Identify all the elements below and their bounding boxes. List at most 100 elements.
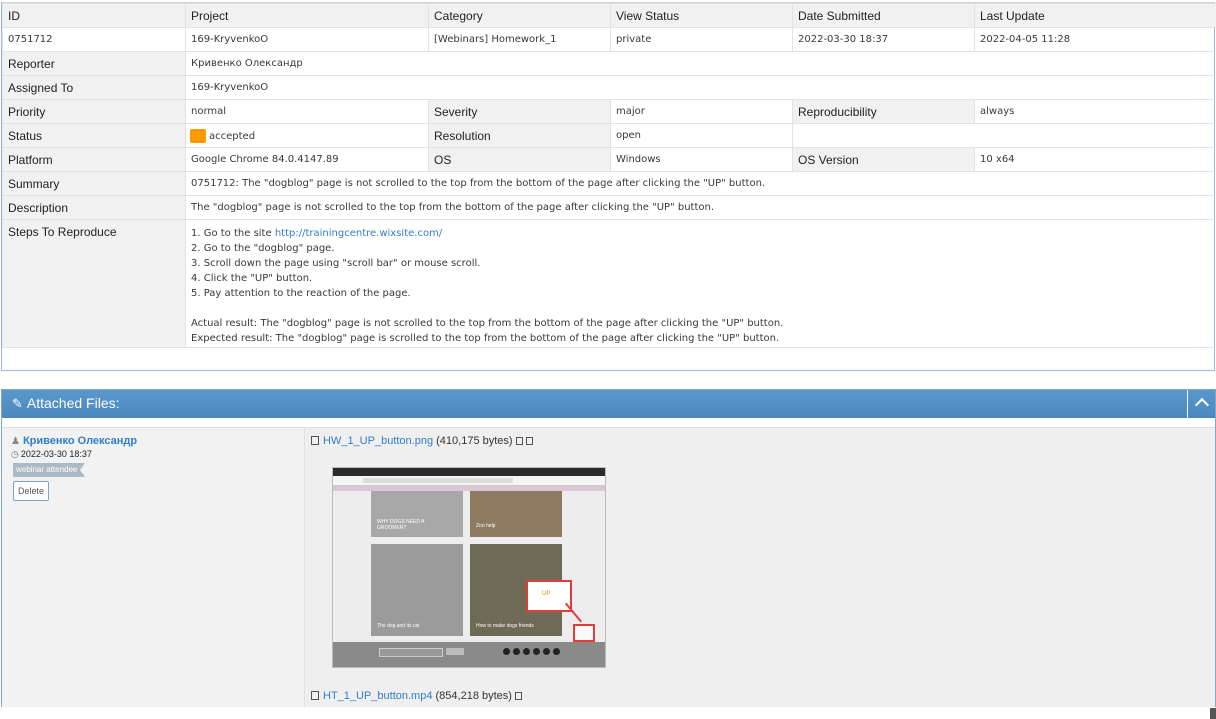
header-view-status: View Status: [610, 3, 793, 28]
attachment-author-panel: ♟ Кривенко Олександр ◷ 2022-03-30 18:37 we…: [2, 428, 305, 707]
platform-value: Google Chrome 84.0.4147.89: [185, 147, 429, 172]
issue-view-status: private: [610, 27, 793, 52]
assigned-row: Assigned To 169-KryvenkoO: [2, 75, 1216, 100]
steps-value: 1. Go to the site http://trainingcentre.…: [185, 219, 1216, 348]
assigned-label: Assigned To: [2, 75, 186, 100]
attachment-date-text: 2022-03-30 18:37: [20, 449, 92, 459]
platform-row: Platform Google Chrome 84.0.4147.89 OS W…: [2, 147, 1216, 172]
header-category: Category: [428, 3, 611, 28]
expected-result: Expected result: The "dogblog" page is s…: [191, 333, 780, 344]
preview-card-1-label: WHY DOGS NEED A GROOMER?: [377, 519, 425, 531]
image-preview[interactable]: WHY DOGS NEED A GROOMER? Zoo help The do…: [332, 467, 606, 668]
preview-card-2: Zoo help: [470, 491, 562, 537]
platform-label: Platform: [2, 147, 186, 172]
header-date-submitted: Date Submitted: [792, 3, 975, 28]
preview-arrow: [565, 602, 582, 623]
priority-value: normal: [185, 99, 429, 124]
step-1: 1. Go to the site http://trainingcentre.…: [191, 226, 1212, 241]
delete-button[interactable]: Delete: [13, 481, 50, 501]
file-icon: [311, 691, 319, 700]
issue-header-row: ID Project Category View Status Date Sub…: [2, 3, 1216, 28]
summary-row: Summary 0751712: The "dogblog" page is n…: [2, 171, 1216, 196]
step-5: 5. Pay attention to the reaction of the …: [191, 288, 411, 299]
status-value: accepted: [209, 130, 256, 142]
author-name-link[interactable]: Кривенко Олександр: [23, 435, 137, 447]
preview-social-icon-1: [503, 648, 510, 655]
os-label: OS: [428, 147, 611, 172]
attached-files-header: ✎ Attached Files:: [2, 390, 1215, 418]
trash-icon[interactable]: [514, 692, 522, 700]
status-row-empty: [792, 123, 1216, 148]
resolution-value: open: [610, 123, 793, 148]
reporter-row: Reporter Кривенко Олександр: [2, 51, 1216, 76]
os-version-value: 10 x64: [974, 147, 1216, 172]
step-1-text: 1. Go to the site: [191, 228, 275, 239]
header-id: ID: [2, 3, 186, 28]
preview-social-icon-4: [533, 648, 540, 655]
status-cell: accepted: [185, 123, 429, 148]
preview-browser-chrome: [333, 468, 605, 476]
header-project: Project: [185, 3, 429, 28]
preview-social-icon-5: [543, 648, 550, 655]
assigned-value: 169-KryvenkoO: [185, 75, 1216, 100]
preview-social-icon-6: [553, 648, 560, 655]
attachment-author: ♟ Кривенко Олександр: [11, 435, 137, 447]
preview-footer-button: [446, 648, 464, 655]
file-item-png: HW_1_UP_button.png (410,175 bytes): [311, 435, 533, 447]
step-2: 2. Go to the "dogblog" page.: [191, 243, 335, 254]
preview-card-2-label: Zoo help: [476, 523, 496, 529]
reproducibility-value: always: [974, 99, 1216, 124]
os-value: Windows: [610, 147, 793, 172]
trash-icon[interactable]: [515, 437, 523, 445]
reporter-label: Reporter: [2, 51, 186, 76]
file-size-png: (410,175 bytes): [436, 435, 513, 447]
steps-label: Steps To Reproduce: [2, 219, 186, 348]
status-color-swatch: [190, 128, 206, 143]
collapse-preview-icon[interactable]: [525, 437, 533, 445]
preview-card-3-label: The dog and its cat: [377, 623, 420, 629]
issue-last-update: 2022-04-05 11:28: [974, 27, 1216, 52]
preview-social-icon-2: [513, 648, 520, 655]
scrollbar-corner[interactable]: [1210, 708, 1216, 719]
reproducibility-label: Reproducibility: [792, 99, 975, 124]
chevron-up-icon: [1194, 397, 1210, 413]
collapse-button[interactable]: [1187, 390, 1215, 418]
preview-footer-input: [379, 648, 443, 657]
file-item-mp4: HT_1_UP_button.mp4 (854,218 bytes): [311, 690, 522, 702]
steps-spacer: [191, 301, 1212, 316]
file-link-mp4[interactable]: HT_1_UP_button.mp4: [323, 690, 432, 702]
issue-project: 169-KryvenkoO: [185, 27, 429, 52]
header-last-update: Last Update: [974, 3, 1216, 28]
os-version-label: OS Version: [792, 147, 975, 172]
preview-social-icon-3: [523, 648, 530, 655]
site-link[interactable]: http://trainingcentre.wixsite.com/: [275, 228, 442, 239]
step-3: 3. Scroll down the page using "scroll ba…: [191, 258, 481, 269]
priority-row: Priority normal Severity major Reproduci…: [2, 99, 1216, 124]
preview-up-label: UP: [542, 591, 551, 597]
summary-value: 0751712: The "dogblog" page is not scrol…: [185, 171, 1216, 196]
description-value: The "dogblog" page is not scrolled to th…: [185, 195, 1216, 220]
preview-footer: [333, 642, 605, 667]
file-link-png[interactable]: HW_1_UP_button.png: [323, 435, 433, 447]
paperclip-icon: ✎: [12, 396, 23, 411]
attached-files-widget: ✎ Attached Files: ♟ Кривенко Олександр ◷ 20…: [1, 389, 1216, 707]
attachment-date: ◷ 2022-03-30 18:37: [11, 449, 92, 460]
preview-card-4-label: How to make dogs friends: [476, 623, 534, 629]
description-label: Description: [2, 195, 186, 220]
attached-files-title: Attached Files:: [26, 395, 120, 411]
attached-files-title-wrap: ✎ Attached Files:: [12, 395, 120, 412]
status-row: Status accepted Resolution open: [2, 123, 1216, 148]
preview-up-button-small: [573, 624, 595, 642]
clock-icon: ◷: [11, 449, 19, 459]
preview-card-1: WHY DOGS NEED A GROOMER?: [371, 491, 463, 537]
resolution-label: Resolution: [428, 123, 611, 148]
severity-value: major: [610, 99, 793, 124]
issue-values-row: 0751712 169-KryvenkoO [Webinars] Homewor…: [2, 27, 1216, 52]
summary-label: Summary: [2, 171, 186, 196]
file-size-mp4: (854,218 bytes): [435, 690, 512, 702]
issue-id: 0751712: [2, 27, 186, 52]
preview-up-button-highlight: UP: [526, 580, 572, 612]
reporter-value: Кривенко Олександр: [185, 51, 1216, 76]
attachment-files-panel: HW_1_UP_button.png (410,175 bytes) WHY D…: [305, 428, 1215, 707]
priority-label: Priority: [2, 99, 186, 124]
